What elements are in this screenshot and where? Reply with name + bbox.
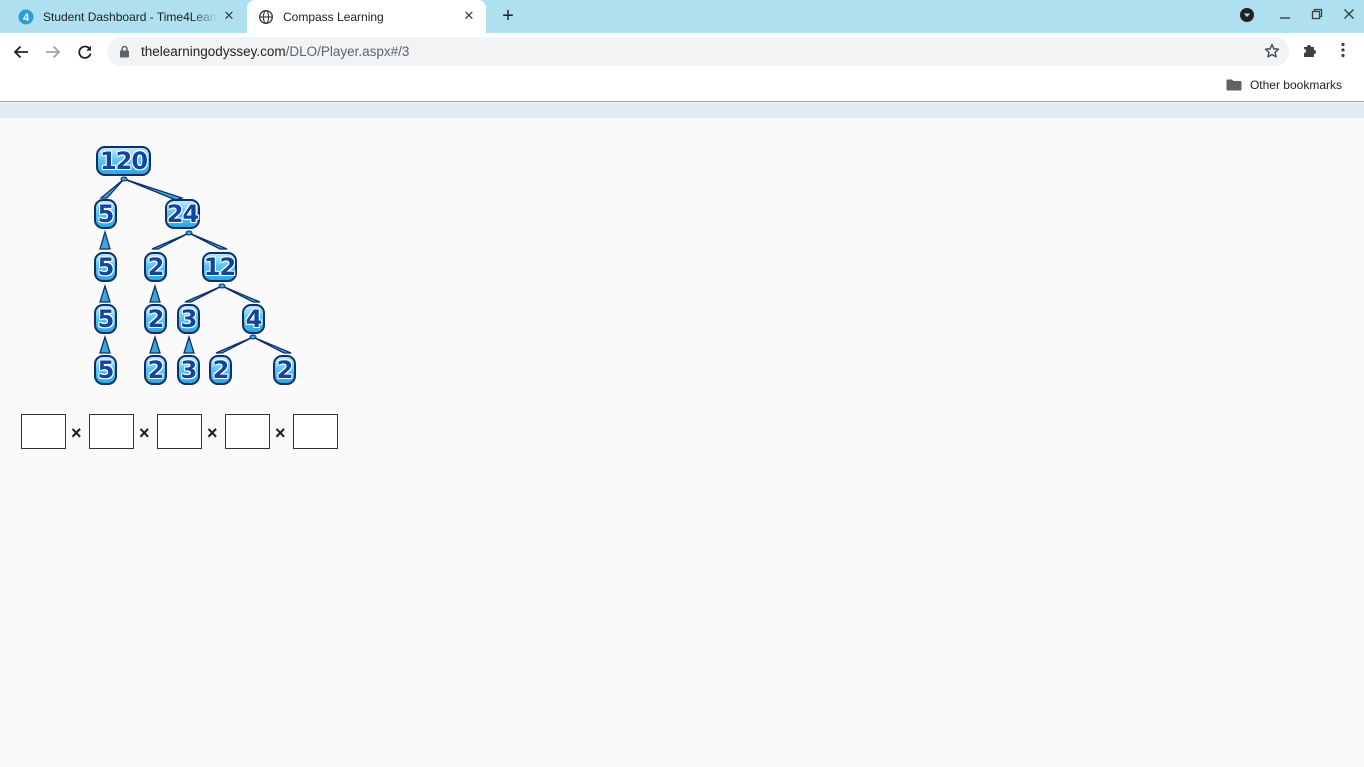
other-bookmarks-label: Other bookmarks [1249,78,1342,92]
tab-title: Compass Learning [283,9,384,24]
close-tab-icon[interactable]: ✕ [222,9,236,23]
branch-line [151,232,190,250]
tree-node: 24 [165,199,200,229]
branch-line [149,283,161,303]
tree-node: 2 [144,304,167,334]
multiply-sign: × [275,423,286,443]
content-header-strip [0,103,1364,118]
tree-node: 12 [202,252,237,282]
branch-line [99,334,111,354]
other-bookmarks-button[interactable]: Other bookmarks [1226,78,1342,92]
bookmark-star-icon[interactable] [1264,43,1280,64]
branch-line [183,334,195,354]
factor-tree-branches [99,176,292,354]
answer-input[interactable] [293,414,338,449]
folder-icon [1226,79,1242,91]
tab-student-dashboard[interactable]: 4 Student Dashboard - Time4Learning ✕ [0,0,246,33]
multiply-sign: × [139,423,150,443]
extensions-puzzle-icon[interactable] [1301,41,1321,61]
tree-node: 2 [144,355,167,385]
tab-title: Student Dashboard - Time4Learning [43,9,218,24]
bookmarks-bar: Other bookmarks [0,70,1364,102]
answer-input[interactable] [157,414,202,449]
url-path: /DLO/Player.aspx#/3 [285,44,410,59]
tab-compass-learning[interactable]: Compass Learning ✕ [247,0,486,33]
branch-line [99,178,125,199]
lock-icon[interactable] [119,45,130,63]
tree-node: 2 [144,252,167,282]
url-domain: thelearningodyssey.com [141,44,286,59]
multiply-sign: × [71,423,82,443]
globe-icon [258,9,274,25]
svg-text:4: 4 [23,12,30,24]
tree-node: 2 [209,355,232,385]
forward-arrow-icon[interactable] [41,40,65,64]
branch-line [123,178,185,201]
tree-node: 4 [242,304,265,334]
answer-input[interactable] [21,414,66,449]
new-tab-button[interactable]: + [497,6,519,28]
back-arrow-icon[interactable] [9,40,33,64]
close-window-icon[interactable] [1339,7,1359,27]
tree-node: 3 [177,355,200,385]
lesson-content: 120 5 24 5 2 12 5 2 3 4 5 2 3 2 2 × × × … [0,118,1364,767]
browser-toolbar: thelearningodyssey.com/DLO/Player.aspx#/… [0,33,1364,70]
branch-line [99,229,111,250]
branch-line [99,283,111,303]
multiply-sign: × [207,423,218,443]
branch-line [252,336,292,354]
branch-line [188,232,228,250]
tab-strip: 4 Student Dashboard - Time4Learning ✕ Co… [0,0,1364,33]
more-menu-icon[interactable] [1334,41,1354,61]
minimize-icon[interactable] [1275,7,1295,27]
reload-icon[interactable] [73,40,97,64]
answer-input[interactable] [89,414,134,449]
tree-node: 3 [177,304,200,334]
branch-line [215,336,254,354]
branch-line [221,285,261,303]
branch-line [149,334,161,354]
tree-node: 2 [273,355,296,385]
tree-node-root: 120 [96,146,151,176]
tree-node: 5 [94,252,117,282]
tree-node: 5 [94,304,117,334]
tree-node: 5 [94,199,117,229]
answer-input[interactable] [225,414,270,449]
close-tab-icon[interactable]: ✕ [462,9,476,23]
url-text: thelearningodyssey.com/DLO/Player.aspx#/… [141,44,409,59]
branch-line [184,285,223,303]
restore-icon[interactable] [1307,7,1327,27]
profile-menu-icon[interactable] [1237,7,1257,27]
tree-node: 5 [94,355,117,385]
time4learning-icon: 4 [18,9,34,25]
address-bar[interactable]: thelearningodyssey.com/DLO/Player.aspx#/… [107,37,1289,66]
